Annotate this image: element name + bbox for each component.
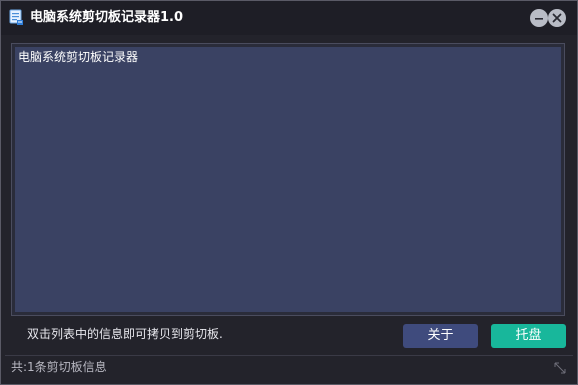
- minimize-icon: [535, 18, 543, 20]
- close-button[interactable]: [548, 9, 566, 27]
- tray-button[interactable]: 托盘: [491, 324, 566, 348]
- main-window: 电脑系统剪切板记录器1.0 电脑系统剪切板记录器 双击列表中的信息即可拷贝到剪切…: [0, 0, 578, 385]
- title-bar[interactable]: 电脑系统剪切板记录器1.0: [1, 1, 577, 35]
- minimize-button[interactable]: [530, 9, 548, 27]
- usage-hint: 双击列表中的信息即可拷贝到剪切板.: [27, 327, 223, 341]
- window-title: 电脑系统剪切板记录器1.0: [30, 10, 184, 25]
- resize-grip-icon[interactable]: [553, 360, 567, 374]
- about-button[interactable]: 关于: [403, 324, 478, 348]
- clipboard-list-viewport: 电脑系统剪切板记录器: [15, 47, 561, 312]
- clipboard-list[interactable]: 电脑系统剪切板记录器: [11, 43, 565, 316]
- list-item[interactable]: 电脑系统剪切板记录器: [18, 49, 138, 65]
- close-icon: [552, 13, 562, 23]
- status-count: 共:1条剪切板信息: [11, 360, 107, 374]
- clipboard-icon: [8, 9, 25, 26]
- status-divider: [5, 355, 573, 356]
